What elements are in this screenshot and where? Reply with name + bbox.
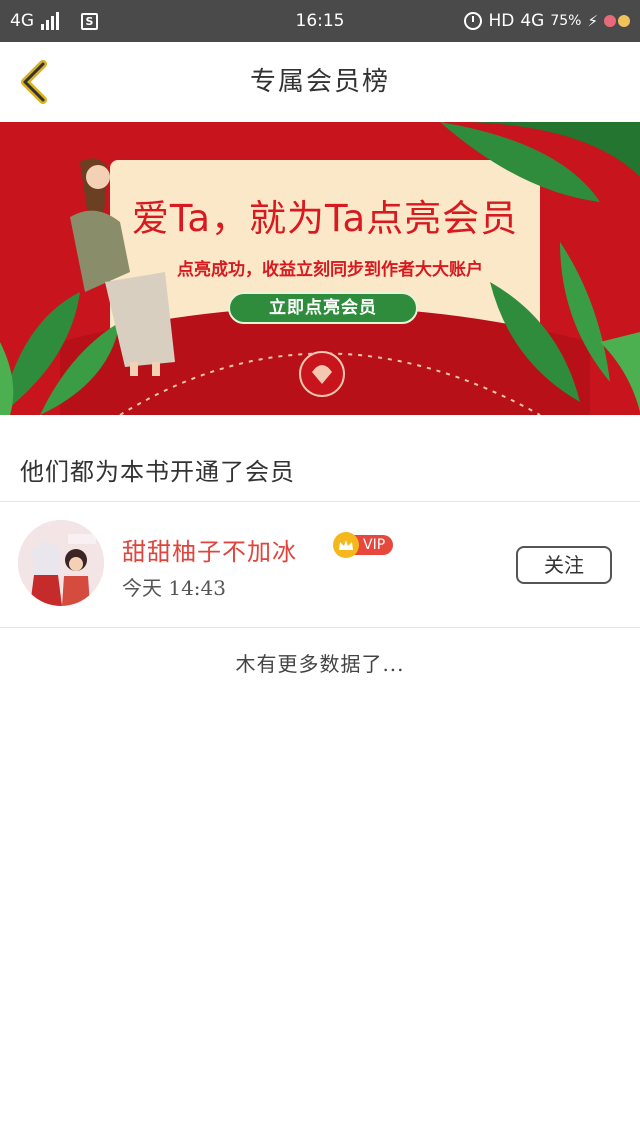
status-bar: 4G S 16:15 HD 4G 75% ⚡ (0, 0, 640, 42)
section-title: 他们都为本书开通了会员 (20, 458, 295, 486)
avatar[interactable] (18, 520, 104, 606)
page-title: 专属会员榜 (249, 67, 390, 97)
charging-icon: ⚡ (587, 12, 598, 30)
crown-icon (333, 532, 359, 558)
divider (0, 627, 640, 628)
banner-subtitle: 点亮成功，收益立刻同步到作者大大账户 (177, 260, 483, 280)
app-notification-icon (604, 15, 616, 27)
page-header: 专属会员榜 (0, 42, 640, 122)
follow-button[interactable]: 关注 (516, 546, 612, 584)
battery-level: 75% (550, 13, 582, 29)
alarm-icon (464, 12, 483, 30)
member-name[interactable]: 甜甜柚子不加冰 (122, 532, 297, 567)
banner-title: 爱Ta，就为Ta点亮会员 (131, 197, 519, 240)
avatar-image (18, 520, 104, 606)
hd-label: HD (488, 11, 515, 31)
status-right: HD 4G 75% ⚡ (464, 0, 630, 42)
list-item[interactable]: 甜甜柚子不加冰 VIP 今天 14:43 关注 (0, 502, 640, 627)
member-time: 今天 14:43 (122, 576, 226, 600)
promo-banner[interactable]: 爱Ta，就为Ta点亮会员 点亮成功，收益立刻同步到作者大大账户 立即点亮会员 (0, 122, 640, 415)
vip-badge: VIP (333, 532, 394, 558)
network-right-label: 4G (520, 11, 545, 31)
activate-membership-button[interactable]: 立即点亮会员 (228, 292, 418, 324)
app-notification-icon-2 (618, 15, 630, 27)
no-more-data-text: 木有更多数据了... (235, 652, 405, 676)
